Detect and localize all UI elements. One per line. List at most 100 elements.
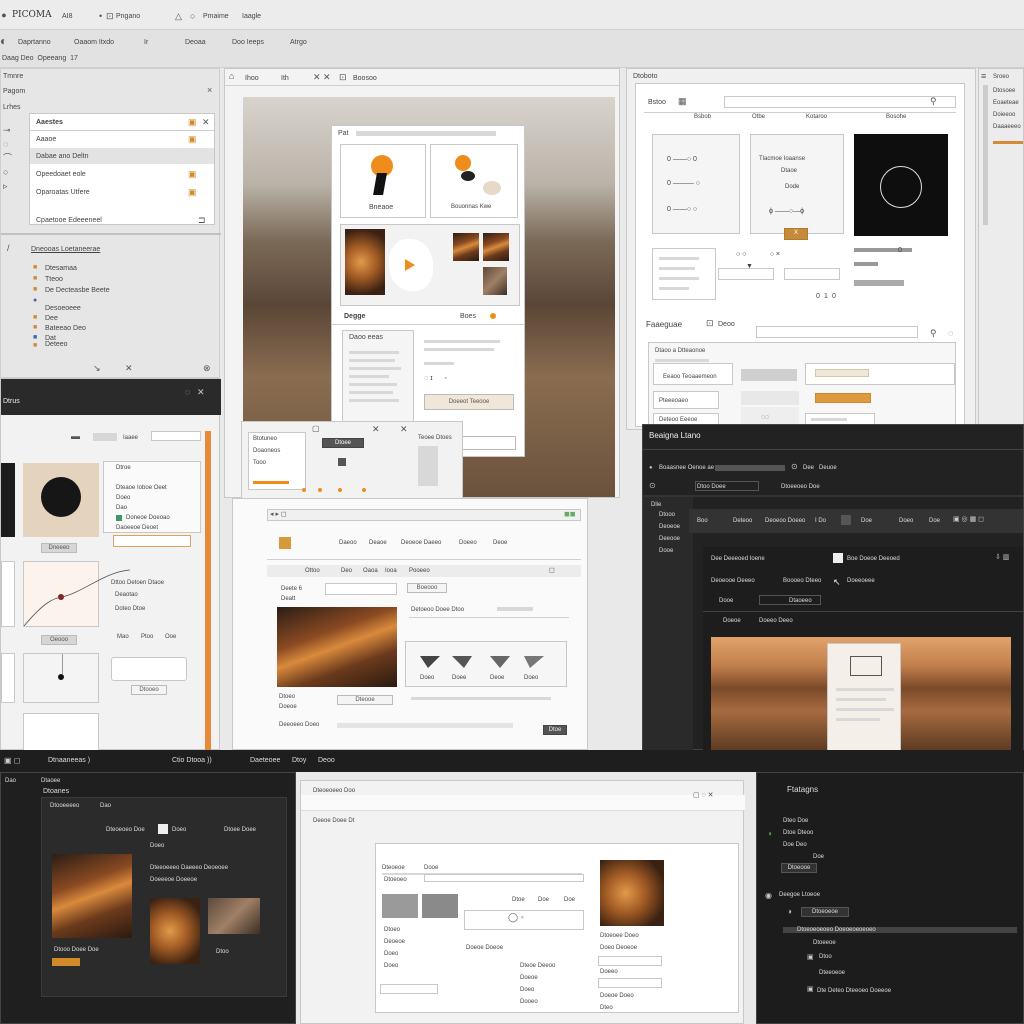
list-item[interactable]: Doeo [116, 494, 130, 503]
circle-icon[interactable]: ○ [190, 11, 195, 21]
bl-tab[interactable]: Doeo [172, 826, 186, 835]
record-icon[interactable] [490, 313, 496, 319]
taskbar-item[interactable]: Ctio Dtooa )) [172, 756, 212, 765]
canvas-tab[interactable]: Ith [281, 74, 289, 83]
frame-icon[interactable]: ⊡ [339, 72, 347, 82]
layer-row[interactable]: Oparoatas Utfere [36, 188, 90, 197]
bl-tab[interactable]: Dtooeeeeo [50, 802, 79, 811]
dark-row[interactable]: Deuoe [819, 464, 837, 473]
nav-item[interactable]: Deoe [493, 539, 507, 548]
row-label[interactable]: Pteeeoaeo [659, 397, 688, 406]
list-item[interactable]: Dao [116, 504, 127, 513]
row-label[interactable]: Dtaoo a Dtteaonoe [655, 347, 705, 356]
panel-list[interactable]: Dtaoeeo [789, 597, 812, 606]
topbar-item[interactable]: AI8 [62, 12, 73, 21]
close-icon[interactable]: ✕ [202, 117, 210, 127]
pen-icon[interactable]: / [7, 243, 10, 253]
settings-icon[interactable]: ◌ [948, 328, 953, 338]
dark-tab[interactable]: Doe [861, 517, 872, 526]
taskbar-item[interactable]: Deoo [318, 756, 335, 765]
br-item[interactable]: Doe Deo [783, 841, 807, 850]
tree-item[interactable]: Dee [45, 314, 58, 323]
footer-button[interactable]: Dteooe [337, 695, 393, 705]
bl-item[interactable]: Dtaoee [41, 777, 60, 786]
close-icon[interactable]: ✕ [372, 424, 380, 434]
tool-icon[interactable]: ○ [3, 167, 8, 177]
panel-field[interactable]: Doeoe [723, 617, 741, 626]
section-btn[interactable]: Deoo [718, 320, 735, 329]
tab[interactable]: Ottoo [305, 567, 320, 576]
menu-item[interactable]: Doo Ieeps [232, 38, 264, 47]
search-input[interactable] [724, 96, 956, 108]
tab[interactable]: Pooeeo [409, 567, 430, 576]
side-item[interactable]: Dtosoee [993, 87, 1015, 96]
menu-item[interactable]: Ir [144, 38, 148, 47]
menu-item[interactable]: Oaaom Itxdo [74, 38, 114, 47]
left-col[interactable]: Dlie [651, 501, 661, 510]
br-item[interactable]: Dtoe Dteoo [783, 829, 813, 838]
settings-icon[interactable]: ⊗ [203, 363, 211, 373]
bottom-button[interactable]: Dtooeo [131, 685, 167, 695]
nav-item[interactable]: Doeeo [459, 539, 477, 548]
form-input[interactable] [784, 268, 840, 280]
grid-icon[interactable]: ▦ [678, 96, 687, 106]
row-label[interactable]: Eeaoo Teoaaemeon [663, 373, 717, 382]
side-item[interactable]: Eoaeteae [993, 99, 1019, 108]
list-item[interactable]: Dteaoe Ioboe Oeet [116, 484, 167, 493]
tab[interactable]: Iooa [385, 567, 397, 576]
mini-button[interactable]: Dtoee [322, 438, 364, 448]
topbar-item[interactable]: Pngano [116, 12, 140, 21]
left-col[interactable]: Dooe [659, 547, 673, 556]
tool-icon[interactable]: ◌ [3, 139, 8, 149]
cursor-icon[interactable]: ◐ [0, 35, 7, 47]
bl-item[interactable]: Dao [5, 777, 16, 786]
note-button[interactable]: Doeeot Teeooe [424, 394, 514, 410]
thumb-button[interactable]: Dneeeo [41, 543, 77, 553]
grid-icon[interactable]: ▣ [188, 187, 197, 197]
search-icon[interactable]: ⚲ [930, 328, 937, 338]
list-item[interactable]: Dtroe [116, 464, 131, 473]
close-icon[interactable]: × [207, 85, 212, 95]
frame-icon[interactable]: ⊡ [106, 11, 114, 21]
arrow-icon[interactable]: ↘ [93, 363, 101, 373]
tree-item[interactable]: Desoeoeee [45, 304, 81, 313]
bc-inner-tab[interactable]: Dooe [424, 864, 438, 873]
dark-row[interactable]: Dtoeeoeo Doe [781, 483, 820, 492]
canvas-tab[interactable]: Boosoo [353, 74, 377, 83]
taskbar-item[interactable]: Dtnaaneeas ) [48, 756, 90, 765]
cell-label[interactable]: Otbe [752, 113, 765, 122]
bl-tab[interactable]: Dao [100, 802, 111, 811]
menu-item[interactable]: Deoaa [185, 38, 206, 47]
bl-tab[interactable]: Dtoee Doee [224, 826, 256, 835]
layer-row[interactable]: Aaaoe [36, 135, 56, 144]
close-icon[interactable]: ✕ [197, 387, 205, 397]
taskbar-item[interactable]: Dtoy [292, 756, 306, 765]
settings-icon[interactable]: ◌ [185, 387, 190, 397]
bl-tab[interactable]: Dteoeoeo Doe [106, 826, 145, 835]
menu-icon[interactable]: ≡ [981, 71, 986, 81]
dark-tab[interactable]: Boo [697, 517, 708, 526]
layers-icon[interactable]: ▢ [312, 424, 320, 434]
grid-icon[interactable]: ▣ [188, 134, 197, 144]
close-icon[interactable]: ◻ [549, 566, 555, 576]
tree-item[interactable]: Deteeo [45, 340, 68, 349]
tab[interactable]: Deo [341, 567, 352, 576]
triangle-icon[interactable]: △ [175, 11, 182, 21]
ok-button[interactable]: Dtoe [543, 725, 567, 735]
card-2[interactable]: Bouonnas Kwe [430, 144, 518, 218]
left-col[interactable]: Deoeoe [659, 523, 680, 532]
side-item[interactable]: Daaaeeeo [993, 123, 1021, 132]
bc-inner-tab[interactable]: Dteoeoe [382, 864, 405, 873]
dark-row[interactable]: Dee [803, 464, 814, 473]
bc-tab[interactable]: Deeoe Doee Dt [313, 817, 354, 826]
panel-list[interactable]: Dooe [719, 597, 733, 606]
tree-item[interactable]: De Decteasbe Beete [45, 286, 110, 295]
app-menu-icon[interactable]: ● [0, 10, 8, 20]
tab-label[interactable]: Iaaee [123, 434, 138, 443]
dark-tab[interactable]: Doeo [899, 517, 913, 526]
dark-tab[interactable]: Doe [929, 517, 940, 526]
br-item[interactable]: Dteo Doe [783, 817, 808, 826]
search-icon[interactable]: ⚲ [930, 96, 937, 106]
cell-label[interactable]: Kotaroo [806, 113, 827, 122]
br-item[interactable]: Doe [813, 853, 824, 862]
